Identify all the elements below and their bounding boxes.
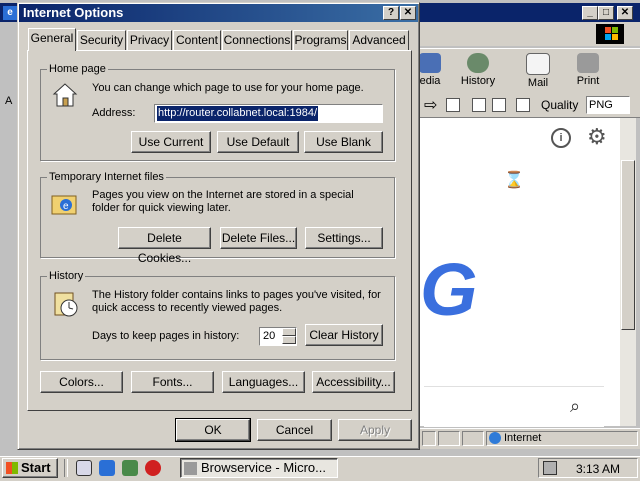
days-to-keep-label: Days to keep pages in history: xyxy=(92,330,240,342)
address-label-fragment: A xyxy=(5,95,13,107)
ie-quicklaunch-icon[interactable] xyxy=(99,460,115,476)
use-default-button[interactable]: Use Default xyxy=(217,131,299,153)
address-value: http://router.collabnet.local:1984/ xyxy=(157,106,318,121)
start-button[interactable]: Start xyxy=(2,458,58,478)
settings-button[interactable]: Settings... xyxy=(305,227,383,249)
task-label: Browservice - Micro... xyxy=(201,460,326,475)
history-description: The History folder contains links to pag… xyxy=(92,289,381,314)
tab-security[interactable]: Security xyxy=(77,30,126,50)
ie-logo-icon: e xyxy=(3,6,17,20)
mail-icon xyxy=(526,53,550,75)
gear-icon[interactable]: ⚙ xyxy=(587,124,607,150)
hourglass-cursor-icon: ⌛ xyxy=(504,172,524,189)
temporary-files-description: Pages you view on the Internet are store… xyxy=(92,189,354,214)
maximize-icon[interactable]: □ xyxy=(598,6,614,20)
clear-history-button[interactable]: Clear History xyxy=(305,324,383,346)
home-page-description: You can change which page to use for you… xyxy=(92,82,364,94)
print-button[interactable]: Print xyxy=(564,51,612,87)
find-icon[interactable] xyxy=(492,98,506,112)
status-zone-label: Internet xyxy=(504,432,542,444)
channels-quicklaunch-icon[interactable] xyxy=(122,460,138,476)
tab-privacy[interactable]: Privacy xyxy=(127,30,172,50)
windows-logo-icon xyxy=(596,24,624,44)
media-icon xyxy=(419,53,441,73)
page-logo-letter: G xyxy=(420,248,478,331)
browser-toolbar: edia History Mail Print xyxy=(419,48,640,94)
temporary-files-group-title: Temporary Internet files xyxy=(47,171,166,183)
mail-label: Mail xyxy=(527,77,549,89)
taskbar-separator xyxy=(64,459,68,477)
status-pane xyxy=(462,431,484,446)
internet-globe-icon xyxy=(489,432,501,444)
taskbar-browservice-button[interactable]: Browservice - Micro... xyxy=(180,458,338,478)
clock[interactable]: 3:13 AM xyxy=(576,462,620,476)
history-button[interactable]: History xyxy=(454,51,502,87)
colors-button[interactable]: Colors... xyxy=(40,371,123,393)
history-icon xyxy=(467,53,489,73)
desktop-quicklaunch-icon[interactable] xyxy=(76,460,92,476)
address-label: Address: xyxy=(92,107,136,119)
home-page-group-title: Home page xyxy=(47,63,108,75)
dialog-title: Internet Options xyxy=(23,5,124,20)
opera-quicklaunch-icon[interactable] xyxy=(145,460,161,476)
folder-ie-icon: e xyxy=(50,190,80,218)
print-label: Print xyxy=(576,75,600,87)
dialog-close-button[interactable]: ✕ xyxy=(400,6,416,20)
quality-label: Quality xyxy=(541,98,579,112)
delete-files-button[interactable]: Delete Files... xyxy=(220,227,297,249)
svg-text:e: e xyxy=(63,201,69,212)
printer-icon xyxy=(577,53,599,73)
page-icon[interactable] xyxy=(516,98,530,112)
help-button[interactable]: ? xyxy=(383,6,399,20)
history-label: History xyxy=(460,75,496,87)
ok-button[interactable]: OK xyxy=(175,418,251,442)
fonts-button[interactable]: Fonts... xyxy=(131,371,214,393)
media-label: edia xyxy=(419,75,441,87)
forward-arrow-icon[interactable]: ⇨ xyxy=(424,95,437,115)
search-icon[interactable]: ⌕ xyxy=(570,396,580,417)
mail-button[interactable]: Mail xyxy=(514,51,562,89)
bookmark-icon[interactable] xyxy=(446,98,460,112)
tab-content[interactable]: Content xyxy=(173,30,221,50)
home-page-address-input[interactable]: http://router.collabnet.local:1984/ xyxy=(154,104,383,123)
tab-connections[interactable]: Connections xyxy=(222,30,292,50)
apply-button[interactable]: Apply xyxy=(338,419,412,441)
tray-icon[interactable] xyxy=(543,461,557,475)
close-icon[interactable]: ✕ xyxy=(617,6,633,20)
spin-up-icon[interactable] xyxy=(282,328,296,336)
history-clock-icon xyxy=(52,290,80,318)
languages-button[interactable]: Languages... xyxy=(222,371,305,393)
accessibility-button[interactable]: Accessibility... xyxy=(312,371,395,393)
info-icon[interactable]: i xyxy=(551,128,571,148)
cancel-button[interactable]: Cancel xyxy=(257,419,332,441)
quality-select[interactable]: PNG xyxy=(586,96,630,114)
tab-advanced[interactable]: Advanced xyxy=(349,30,409,50)
start-label: Start xyxy=(21,460,51,475)
spin-down-icon[interactable] xyxy=(282,336,296,344)
window-icon xyxy=(184,462,197,475)
scrollbar-thumb[interactable] xyxy=(621,160,635,330)
status-pane xyxy=(422,431,436,446)
quality-value: PNG xyxy=(589,99,613,111)
history-group-title: History xyxy=(47,270,86,282)
days-value: 20 xyxy=(263,330,276,342)
delete-cookies-button[interactable]: Delete Cookies... xyxy=(118,227,211,265)
tab-programs[interactable]: Programs xyxy=(293,30,348,50)
status-pane xyxy=(438,431,460,446)
use-blank-button[interactable]: Use Blank xyxy=(304,131,383,153)
tab-general[interactable]: General xyxy=(28,28,76,51)
minimize-icon[interactable]: _ xyxy=(582,6,598,20)
view-icon[interactable] xyxy=(472,98,486,112)
house-icon xyxy=(52,82,78,108)
windows-logo-icon xyxy=(6,462,18,474)
use-current-button[interactable]: Use Current xyxy=(131,131,211,153)
